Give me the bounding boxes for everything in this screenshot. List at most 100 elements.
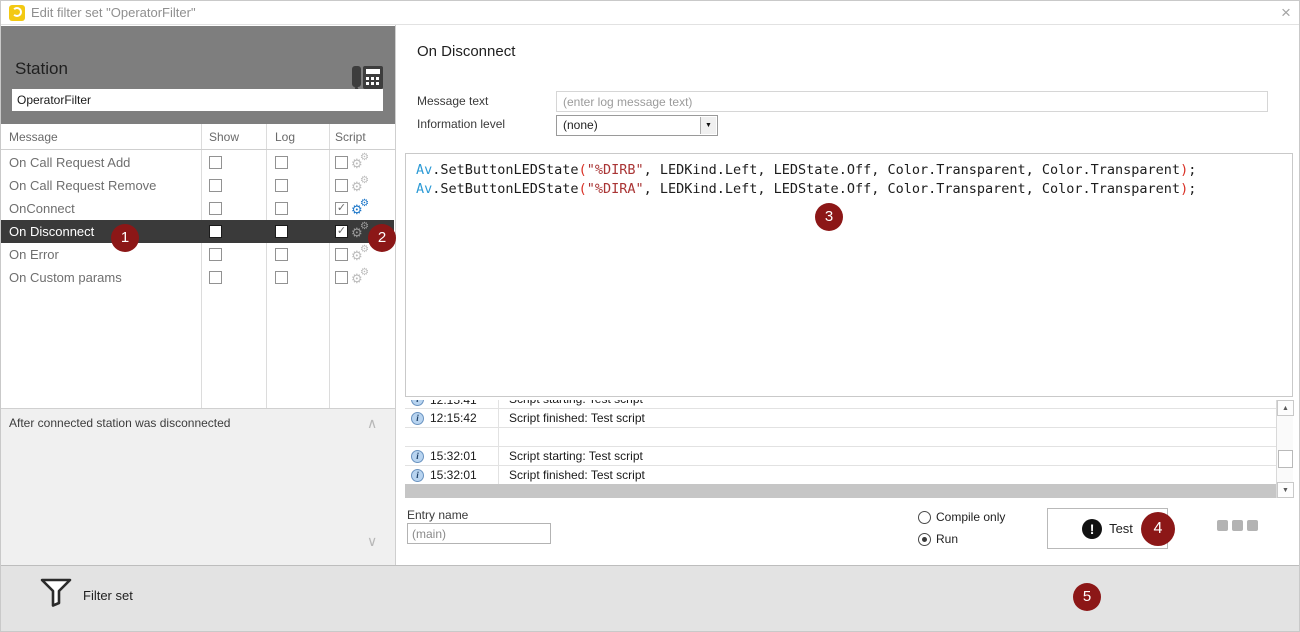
code-token: .SetButtonLEDState bbox=[432, 162, 578, 178]
footer-bar: Filter set ✔ OK Cancel bbox=[1, 565, 1300, 632]
table-row[interactable]: On Call Request Remove ⚙⚙ bbox=[1, 174, 394, 197]
close-icon[interactable]: × bbox=[1275, 2, 1297, 24]
information-level-label: Information level bbox=[417, 117, 505, 131]
script-checkbox[interactable] bbox=[335, 271, 348, 284]
table-row[interactable]: On Call Request Add ⚙⚙ bbox=[1, 151, 394, 174]
annotation-badge-1: 1 bbox=[111, 224, 139, 252]
detail-heading: On Disconnect bbox=[417, 43, 515, 60]
script-checkbox[interactable] bbox=[335, 248, 348, 261]
column-header-message: Message bbox=[9, 124, 58, 150]
gear-glyph: ⚙ bbox=[360, 175, 369, 186]
show-checkbox[interactable] bbox=[209, 179, 222, 192]
code-token: , LEDKind.Left, LEDState.Off, Color.Tran… bbox=[644, 181, 1180, 197]
radio-icon[interactable] bbox=[918, 533, 931, 546]
compile-only-radio[interactable]: Compile only bbox=[918, 510, 1005, 524]
code-token: Av bbox=[416, 181, 432, 197]
table-row[interactable]: On Disconnect✓⚙⚙ bbox=[1, 220, 394, 243]
script-checkbox[interactable]: ✓ bbox=[335, 202, 348, 215]
show-checkbox[interactable] bbox=[209, 248, 222, 261]
caption-input[interactable] bbox=[12, 89, 383, 111]
app-icon-swirl bbox=[12, 7, 22, 17]
annotation-badge-3: 3 bbox=[815, 203, 843, 231]
code-token: "%DIRA" bbox=[587, 181, 644, 197]
log-checkbox[interactable] bbox=[275, 248, 288, 261]
message-table-body: On Call Request Add⚙⚙On Call Request Rem… bbox=[1, 151, 394, 289]
column-header-log: Log bbox=[275, 124, 295, 150]
message-text-input[interactable] bbox=[556, 91, 1268, 112]
script-gear-icon[interactable]: ⚙⚙ bbox=[351, 268, 370, 287]
gear-glyph: ⚙ bbox=[360, 221, 369, 232]
code-token: "%DIRB" bbox=[587, 162, 644, 178]
log-checkbox[interactable] bbox=[275, 156, 288, 169]
log-row[interactable]: i15:32:01Script finished: Test script bbox=[405, 466, 1276, 485]
code-token: ( bbox=[579, 162, 587, 178]
combo-dropdown-icon[interactable]: ▼ bbox=[700, 117, 716, 134]
filter-funnel-icon bbox=[39, 576, 75, 610]
code-token: ; bbox=[1188, 162, 1196, 178]
show-checkbox[interactable] bbox=[209, 202, 222, 215]
station-heading: Station bbox=[15, 59, 68, 79]
log-checkbox[interactable] bbox=[275, 225, 288, 238]
chevron-up-icon[interactable]: ∧ bbox=[367, 415, 377, 432]
script-log-panel: i12:15:41Script starting: Test scripti12… bbox=[405, 400, 1293, 498]
entry-name-label: Entry name bbox=[407, 508, 468, 522]
table-row[interactable]: OnConnect✓⚙⚙ bbox=[1, 197, 394, 220]
log-row[interactable]: i bbox=[405, 428, 1276, 447]
log-row[interactable]: i12:15:42Script finished: Test script bbox=[405, 409, 1276, 428]
message-row-label: On Error bbox=[9, 243, 59, 266]
code-token: ( bbox=[579, 181, 587, 197]
show-checkbox[interactable] bbox=[209, 156, 222, 169]
script-gear-icon[interactable]: ⚙⚙ bbox=[351, 245, 370, 264]
log-message bbox=[498, 428, 1276, 447]
horizontal-scrollbar[interactable] bbox=[405, 484, 1276, 498]
info-icon: i bbox=[411, 469, 424, 482]
script-code-editor[interactable]: Av.SetButtonLEDState("%DIRB", LEDKind.Le… bbox=[405, 153, 1293, 397]
script-gear-icon[interactable]: ⚙⚙ bbox=[351, 153, 370, 172]
run-radio[interactable]: Run bbox=[918, 532, 958, 546]
show-checkbox[interactable] bbox=[209, 271, 222, 284]
information-level-select[interactable]: (none) ▼ bbox=[556, 115, 718, 136]
log-checkbox[interactable] bbox=[275, 271, 288, 284]
scroll-down-icon[interactable]: ▼ bbox=[1277, 482, 1294, 498]
annotation-badge-4: 4 bbox=[1141, 512, 1175, 546]
message-row-label: On Call Request Add bbox=[9, 151, 130, 174]
message-row-label: On Call Request Remove bbox=[9, 174, 156, 197]
scrollbar-thumb[interactable] bbox=[1278, 450, 1293, 468]
log-message: Script finished: Test script bbox=[498, 409, 1276, 428]
code-token: ) bbox=[1180, 162, 1188, 178]
script-checkbox[interactable] bbox=[335, 156, 348, 169]
scroll-up-icon[interactable]: ▲ bbox=[1277, 400, 1294, 416]
vertical-scrollbar[interactable]: ▲ ▼ bbox=[1276, 400, 1293, 498]
script-checkbox[interactable] bbox=[335, 179, 348, 192]
code-token: ; bbox=[1188, 181, 1196, 197]
message-description-panel: After connected station was disconnected… bbox=[1, 408, 395, 565]
test-button-label: Test bbox=[1109, 521, 1133, 536]
chevron-down-icon[interactable]: ∨ bbox=[367, 533, 377, 550]
log-checkbox[interactable] bbox=[275, 202, 288, 215]
entry-name-input[interactable] bbox=[407, 523, 551, 544]
log-row[interactable]: i15:32:01Script starting: Test script bbox=[405, 447, 1276, 466]
info-icon: i bbox=[411, 412, 424, 425]
log-timestamp: 12:15:42 bbox=[424, 411, 498, 425]
radio-icon[interactable] bbox=[918, 511, 931, 524]
log-message: Script finished: Test script bbox=[498, 466, 1276, 485]
script-gear-icon[interactable]: ⚙⚙ bbox=[351, 176, 370, 195]
show-checkbox[interactable] bbox=[209, 225, 222, 238]
log-rows: i12:15:41Script starting: Test scripti12… bbox=[405, 400, 1276, 485]
header-divider bbox=[1, 149, 395, 150]
script-gear-icon[interactable]: ⚙⚙ bbox=[351, 199, 370, 218]
log-timestamp: 15:32:01 bbox=[424, 468, 498, 482]
table-row[interactable]: On Custom params⚙⚙ bbox=[1, 266, 394, 289]
radio-label: Run bbox=[936, 532, 958, 546]
message-description: After connected station was disconnected bbox=[9, 416, 230, 430]
code-token: ) bbox=[1180, 181, 1188, 197]
log-message: Script starting: Test script bbox=[498, 447, 1276, 466]
disabled-dots-indicator bbox=[1217, 520, 1258, 531]
column-header-script: Script bbox=[335, 124, 366, 150]
info-icon: i bbox=[411, 450, 424, 463]
info-icon: i bbox=[411, 400, 424, 406]
script-checkbox[interactable]: ✓ bbox=[335, 225, 348, 238]
gear-glyph: ⚙ bbox=[360, 267, 369, 278]
table-row[interactable]: On Error ⚙⚙ bbox=[1, 243, 394, 266]
log-checkbox[interactable] bbox=[275, 179, 288, 192]
